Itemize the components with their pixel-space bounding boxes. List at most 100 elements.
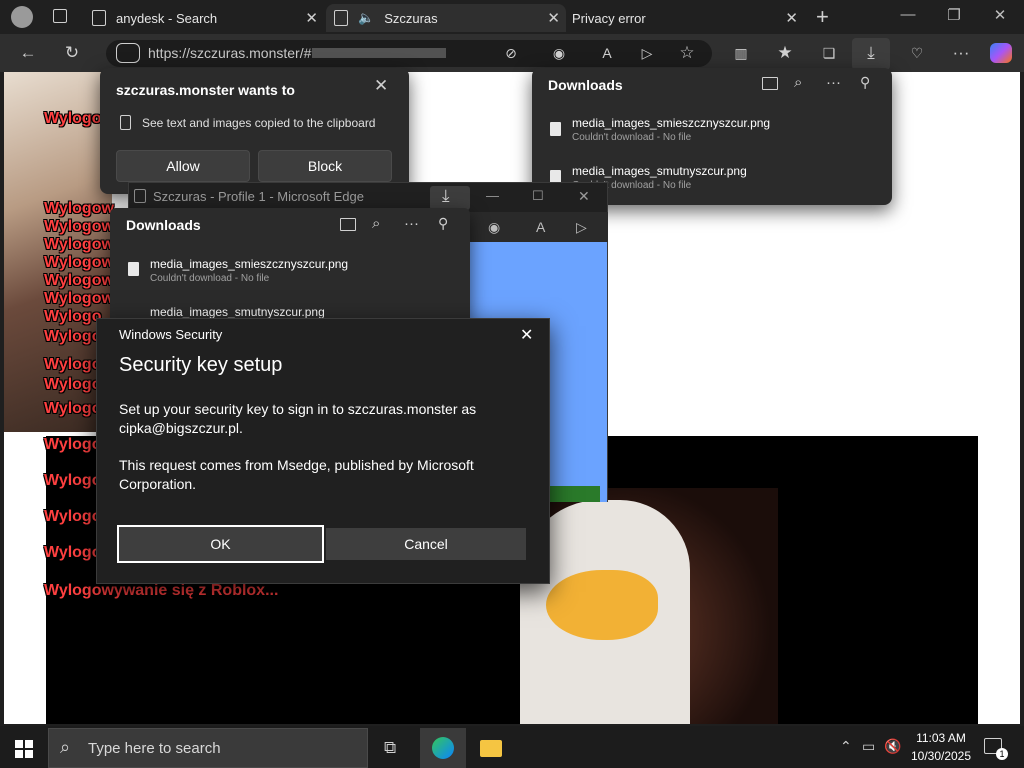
- close-tab-icon[interactable]: ✕: [547, 9, 560, 27]
- pin-icon[interactable]: ⚲: [860, 74, 870, 91]
- spam-text: Wylogo: [44, 376, 102, 393]
- more-icon[interactable]: ···: [950, 43, 972, 63]
- clock-time[interactable]: 11:03 AM: [912, 731, 970, 745]
- spam-text: Wylogo: [44, 436, 102, 453]
- page-icon: [92, 10, 106, 26]
- pin-icon[interactable]: ⚲: [438, 215, 448, 232]
- grass-block: [550, 486, 600, 502]
- dialog-body: This request comes from Msedge, publishe…: [119, 457, 474, 492]
- download-item-name[interactable]: media_images_smieszcznyszcur.png: [572, 116, 770, 130]
- minimize-icon[interactable]: —: [898, 6, 918, 26]
- new-tab-icon[interactable]: +: [816, 4, 829, 30]
- spam-text-full: Wylogowywanie się z Roblox...: [44, 582, 279, 599]
- split-screen-icon[interactable]: ▥: [730, 43, 752, 63]
- immersive-reader-icon[interactable]: ▷: [576, 219, 587, 236]
- tab-label: Szczuras: [384, 10, 438, 26]
- back-icon[interactable]: ←: [17, 43, 39, 63]
- tab-privacy-error[interactable]: Privacy error ✕: [564, 4, 804, 32]
- tracking-icon[interactable]: ◉: [548, 43, 570, 63]
- tray-chevron-icon[interactable]: ⌃: [840, 738, 852, 755]
- search-icon[interactable]: ⌕: [372, 215, 380, 232]
- permission-text: See text and images copied to the clipbo…: [142, 116, 376, 130]
- spam-text: Wylogo: [44, 328, 102, 345]
- download-item-name[interactable]: media_images_smutnyszcur.png: [150, 305, 325, 319]
- spam-text: Wylogo: [44, 472, 102, 489]
- folder-icon[interactable]: [762, 77, 778, 90]
- ok-button[interactable]: OK: [117, 525, 324, 563]
- clipboard-icon: [120, 115, 131, 130]
- search-placeholder: Type here to search: [88, 740, 221, 757]
- close-tab-icon[interactable]: ✕: [785, 9, 798, 27]
- task-view-icon[interactable]: ⧉: [384, 738, 396, 758]
- close-icon[interactable]: ✕: [520, 325, 533, 345]
- close-window-icon[interactable]: ✕: [990, 6, 1010, 26]
- spam-text: Wylogo: [44, 544, 102, 561]
- spam-text: Wylogo: [44, 508, 102, 525]
- close-tab-icon[interactable]: ✕: [305, 9, 318, 27]
- downloads-button-active[interactable]: [430, 186, 470, 210]
- favorites-icon[interactable]: ★: [774, 43, 796, 63]
- folder-icon[interactable]: [340, 218, 356, 231]
- spam-text: Wylogo: [44, 308, 102, 325]
- close-icon[interactable]: ✕: [374, 76, 388, 96]
- dialog-app-name: Windows Security: [119, 327, 223, 342]
- duck-beak: [546, 570, 658, 640]
- clock-date[interactable]: 10/30/2025: [906, 749, 976, 763]
- tab-label: anydesk - Search: [116, 10, 218, 26]
- download-icon[interactable]: ⤓: [860, 43, 882, 63]
- restore-icon[interactable]: ☐: [532, 188, 544, 204]
- dialog-heading: Security key setup: [119, 354, 283, 376]
- refresh-icon[interactable]: ↻: [61, 43, 83, 63]
- file-explorer-icon[interactable]: [480, 740, 502, 757]
- download-item-status: Couldn't download - No file: [572, 132, 692, 143]
- download-item-name[interactable]: media_images_smutnyszcur.png: [572, 164, 747, 178]
- volume-muted-icon[interactable]: 🔇: [884, 738, 901, 755]
- downloads-title: Downloads: [548, 77, 623, 93]
- allow-button[interactable]: Allow: [116, 150, 250, 182]
- spam-text: Wylogow: [44, 290, 114, 307]
- close-window-icon[interactable]: ✕: [578, 188, 590, 205]
- cancel-button[interactable]: Cancel: [326, 528, 526, 560]
- spam-text: Wylogo: [44, 356, 102, 373]
- spam-text: Wylogo: [44, 110, 102, 127]
- spam-text: Wylogow: [44, 218, 114, 235]
- download-item-status: Couldn't download - No file: [150, 273, 270, 284]
- spam-text: Wylogo: [44, 400, 102, 417]
- copilot-icon[interactable]: [990, 43, 1012, 63]
- file-icon: [128, 262, 139, 276]
- tab-actions-icon[interactable]: [53, 9, 67, 23]
- tracking-icon[interactable]: ◉: [488, 219, 500, 236]
- tab-anydesk[interactable]: anydesk - Search ✕: [84, 4, 324, 32]
- popup-title: szczuras.monster wants to: [116, 82, 295, 98]
- performance-icon[interactable]: ♡: [906, 43, 928, 63]
- download-item-name[interactable]: media_images_smieszcznyszcur.png: [150, 257, 348, 271]
- spam-text: Wylogow: [44, 200, 114, 217]
- immersive-reader-icon[interactable]: ▷: [636, 43, 658, 63]
- tab-label: Privacy error: [572, 10, 646, 26]
- more-options-icon[interactable]: ···: [404, 215, 419, 232]
- spam-text: Wylogow: [44, 236, 114, 253]
- audio-icon[interactable]: 🔈: [358, 10, 374, 26]
- file-icon: [550, 122, 561, 136]
- more-options-icon[interactable]: ···: [826, 74, 841, 91]
- block-button[interactable]: Block: [258, 150, 392, 182]
- restore-icon[interactable]: ❐: [944, 6, 964, 26]
- notification-count: 1: [996, 748, 1008, 760]
- profile-avatar[interactable]: [11, 6, 33, 28]
- downloads-title: Downloads: [126, 217, 201, 233]
- favorite-star-icon[interactable]: ☆: [676, 43, 698, 63]
- read-aloud-icon[interactable]: A: [596, 43, 618, 63]
- minimize-icon[interactable]: —: [486, 188, 499, 203]
- search-icon[interactable]: ⌕: [794, 74, 802, 91]
- windows-start-icon[interactable]: [15, 740, 33, 758]
- site-info-icon[interactable]: [116, 43, 140, 63]
- page-icon: [134, 189, 146, 203]
- read-aloud-icon[interactable]: A: [536, 219, 545, 235]
- download-icon[interactable]: ⤓: [442, 186, 450, 206]
- spam-text: Wylogow: [44, 254, 114, 271]
- tab-szczuras[interactable]: 🔈 Szczuras ✕: [326, 4, 566, 32]
- collections-icon[interactable]: ❏: [818, 43, 840, 63]
- camera-blocked-icon[interactable]: ⊘: [500, 43, 522, 63]
- url-redacted: [312, 48, 446, 58]
- network-icon[interactable]: ▭: [862, 738, 875, 755]
